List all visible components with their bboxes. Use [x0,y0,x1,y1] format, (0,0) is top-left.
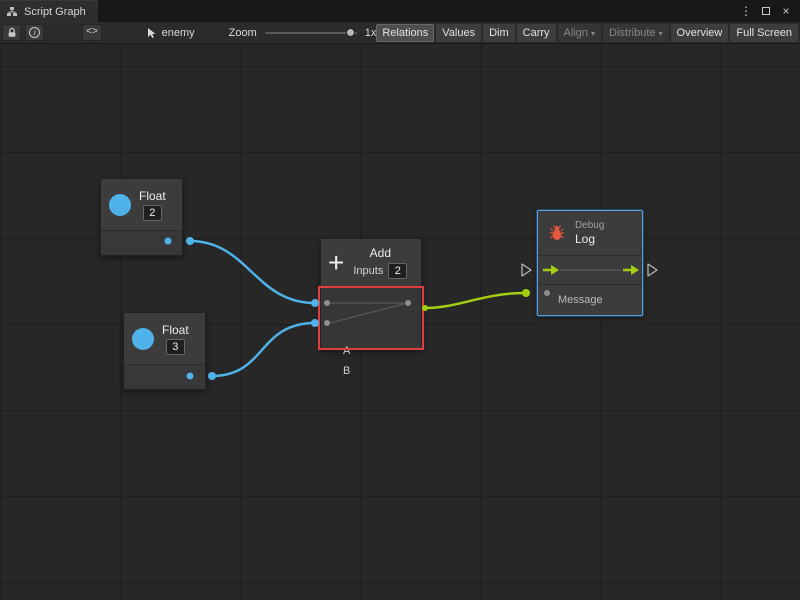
relations-button[interactable]: Relations [376,24,434,42]
float2-output-row [124,364,205,389]
float2-value-field[interactable]: 3 [166,339,185,355]
close-icon[interactable]: × [778,4,794,18]
wire-end-add-b[interactable] [311,319,319,327]
wire-end-debug-message[interactable] [522,289,530,297]
float2-body: Float 3 [124,313,205,364]
debug-message-label: Message [558,294,603,306]
wire-end-float1[interactable] [186,237,194,245]
tab-title: Script Graph [24,6,86,18]
debug-log-node[interactable]: Debug Log Message [537,210,643,316]
debug-message-row: Message [538,284,642,315]
info-button[interactable]: i [25,24,44,41]
float2-value-port-icon[interactable] [132,328,154,350]
float1-title: Float [139,189,166,203]
menu-icon[interactable]: ⋮ [738,4,754,18]
chevron-down-icon: ▾ [659,29,663,38]
lock-button[interactable] [2,24,21,41]
window-controls: ⋮ × [738,0,800,22]
align-button[interactable]: Align▾ [558,24,601,42]
wire-add-to-debug-message[interactable] [425,293,524,308]
float2-title: Float [162,323,189,337]
values-button[interactable]: Values [436,24,481,42]
add-input-b-label: B [343,365,350,377]
float1-value-port-icon[interactable] [109,194,131,216]
carry-button[interactable]: Carry [517,24,556,42]
graph-target[interactable]: enemy [146,27,195,39]
info-icon: i [29,27,40,38]
maximize-icon[interactable] [758,4,774,18]
chevron-down-icon: ▾ [591,29,595,38]
float-node-2[interactable]: Float 3 [123,312,206,390]
add-header: + Add Inputs 2 [321,239,421,287]
wire-float1-to-add-a[interactable] [190,241,315,303]
add-node[interactable]: + Add Inputs 2 A B [320,238,422,350]
toolbar-buttons: Relations Values Dim Carry Align▾ Distri… [376,24,800,42]
debug-flow-row [538,255,642,284]
add-inputs-label: Inputs [353,265,383,277]
dim-button[interactable]: Dim [483,24,515,42]
wire-float2-to-add-b[interactable] [212,323,315,376]
graph-icon [6,6,18,18]
distribute-label: Distribute [609,27,655,39]
debug-header: Debug Log [538,211,642,255]
debug-category: Debug [575,220,604,231]
cursor-icon [146,27,157,39]
tab-script-graph[interactable]: Script Graph [0,0,98,22]
align-label: Align [564,27,588,39]
float1-value-field[interactable]: 2 [143,205,162,221]
target-name: enemy [162,27,195,39]
wire-end-float2[interactable] [208,372,216,380]
title-bar: Script Graph ⋮ × [0,0,800,22]
float1-output-row [101,230,182,255]
add-inputs-count-field[interactable]: 2 [388,263,407,279]
code-preview-button[interactable]: <> [82,24,101,41]
zoom-label: Zoom [229,27,257,39]
plus-icon: + [328,250,344,276]
add-title: Add [370,246,391,260]
bug-icon [548,224,566,242]
zoom-slider-thumb[interactable] [346,28,355,37]
debug-title: Log [575,232,604,246]
flow-port-left-triangle-icon[interactable] [522,264,531,276]
overview-button[interactable]: Overview [671,24,729,42]
float-node-1[interactable]: Float 2 [100,178,183,256]
zoom-control: Zoom 1x [229,27,377,39]
zoom-value: 1x [365,27,377,39]
add-input-a-label: A [343,345,350,357]
add-port-section: A B [321,287,421,349]
zoom-slider[interactable] [265,32,357,34]
code-icon: <> [86,27,98,38]
graph-toolbar: i <> enemy Zoom 1x Relations Values Dim … [0,22,800,44]
wire-start-add-out[interactable] [422,305,428,311]
lock-icon [6,27,18,39]
distribute-button[interactable]: Distribute ▾ [603,24,668,42]
fullscreen-button[interactable]: Full Screen [730,24,798,42]
float1-body: Float 2 [101,179,182,230]
flow-port-right-triangle-icon[interactable] [648,264,657,276]
wire-end-add-a[interactable] [311,299,319,307]
graph-canvas[interactable]: Float 2 Float 3 + Add Inputs 2 [0,44,800,600]
